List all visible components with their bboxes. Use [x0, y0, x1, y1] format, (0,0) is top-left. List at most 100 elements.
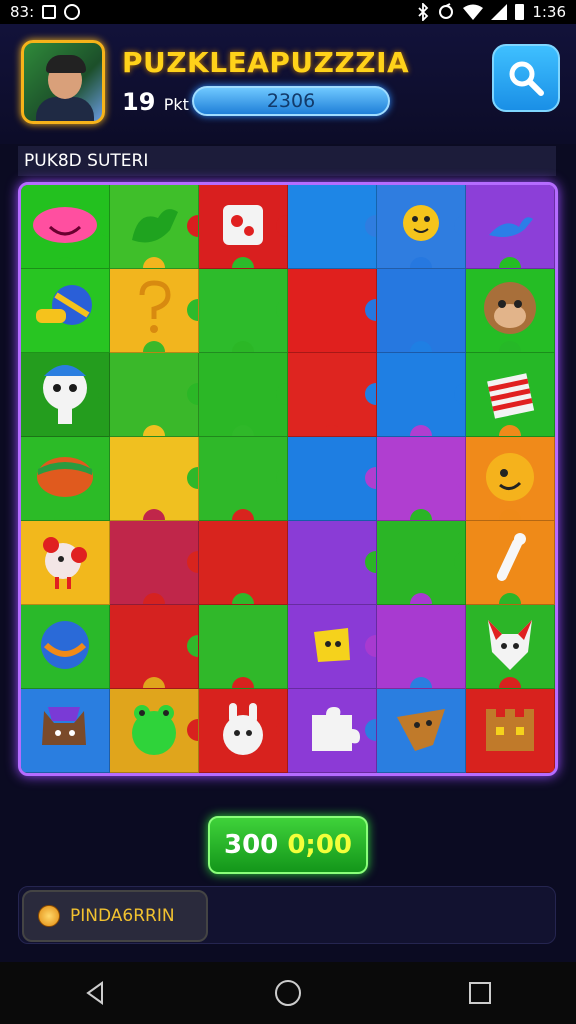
piece-tab [454, 718, 465, 741]
puzzle-piece[interactable] [199, 269, 288, 353]
puzzle-piece[interactable] [288, 521, 377, 605]
puzzle-piece[interactable] [21, 353, 110, 437]
recents-button[interactable] [450, 963, 510, 1023]
piece-tab [365, 214, 376, 237]
puzzle-piece[interactable] [110, 689, 199, 773]
puzzle-piece[interactable] [377, 605, 466, 689]
puzzle-piece[interactable] [466, 269, 555, 353]
puzzle-board[interactable] [18, 182, 558, 776]
puzzle-piece[interactable] [466, 689, 555, 773]
puzzle-piece[interactable] [110, 185, 199, 269]
puzzle-piece[interactable] [288, 269, 377, 353]
white-bird-icon [30, 358, 100, 432]
puzzle-piece[interactable] [110, 437, 199, 521]
puzzle-piece[interactable] [377, 689, 466, 773]
white-bunny-icon [215, 697, 271, 765]
piece-tab [98, 550, 109, 573]
piece-tab [454, 550, 465, 573]
navigation-bar [0, 962, 576, 1024]
piece-tab [321, 341, 344, 352]
white-piece-icon [304, 703, 360, 759]
puzzle-piece[interactable] [466, 437, 555, 521]
puzzle-piece[interactable] [377, 521, 466, 605]
puzzle-piece[interactable] [199, 605, 288, 689]
puzzle-piece[interactable] [110, 605, 199, 689]
puzzle-piece[interactable] [288, 605, 377, 689]
brown-bird-icon [391, 701, 451, 761]
puzzle-grid[interactable] [21, 185, 555, 773]
puzzle-piece[interactable] [288, 437, 377, 521]
piece-tab [365, 634, 376, 657]
status-time: 1:36 [532, 3, 566, 21]
recents-icon [469, 982, 491, 1004]
gift-box-icon [482, 365, 538, 425]
piece-tab [98, 466, 109, 489]
green-piece-icon [124, 200, 184, 254]
puzzle-piece[interactable] [199, 185, 288, 269]
piece-tab [410, 593, 433, 604]
puzzle-piece[interactable] [466, 353, 555, 437]
piece-tab [143, 341, 166, 352]
signal-icon [491, 4, 508, 20]
puzzle-piece[interactable] [466, 185, 555, 269]
yellow-creature-icon [396, 197, 446, 257]
find-button-label: PINDA6RRIN [70, 906, 175, 926]
piece-tab [365, 550, 376, 573]
piece-tab [187, 634, 198, 657]
level-indicator: 19 Pkt [122, 88, 189, 116]
home-icon [275, 980, 301, 1006]
castle-icon [478, 703, 542, 759]
piece-tab [276, 466, 287, 489]
timer-value-a: 300 [223, 830, 279, 860]
piece-tab [187, 214, 198, 237]
puzzle-piece[interactable] [21, 437, 110, 521]
puzzle-piece[interactable] [199, 689, 288, 773]
piece-tab [232, 257, 255, 268]
camera-icon [64, 4, 81, 20]
piece-tab [98, 298, 109, 321]
puzzle-piece[interactable] [110, 353, 199, 437]
search-button[interactable] [492, 44, 560, 112]
striped-ball-icon [32, 283, 98, 339]
puzzle-piece[interactable] [288, 353, 377, 437]
puzzle-piece[interactable] [21, 689, 110, 773]
score-value: 2306 [266, 90, 316, 112]
puzzle-piece[interactable] [199, 353, 288, 437]
wifi-icon [463, 4, 484, 20]
puzzle-piece[interactable] [21, 269, 110, 353]
piece-tab [276, 298, 287, 321]
back-button[interactable] [66, 963, 126, 1023]
puzzle-piece[interactable] [110, 269, 199, 353]
player-avatar[interactable] [21, 40, 105, 124]
piece-tab [454, 634, 465, 657]
puzzle-piece[interactable] [21, 521, 110, 605]
puzzle-piece[interactable] [199, 521, 288, 605]
puzzle-piece[interactable] [377, 269, 466, 353]
puzzle-piece[interactable] [466, 605, 555, 689]
piece-tab [187, 298, 198, 321]
battery-icon [515, 4, 525, 20]
piece-tab [143, 425, 166, 436]
puzzle-piece[interactable] [377, 185, 466, 269]
puzzle-label: PUK8D SUTERI [18, 146, 556, 176]
piece-tab [232, 341, 255, 352]
piece-tab [454, 466, 465, 489]
piece-tab [365, 382, 376, 405]
puzzle-piece[interactable] [466, 521, 555, 605]
game-header: PUZKLEAPUZZZIA 19 Pkt 2306 [0, 24, 576, 144]
puzzle-piece[interactable] [199, 437, 288, 521]
piece-tab [276, 382, 287, 405]
piece-tab [365, 466, 376, 489]
puzzle-piece[interactable] [288, 185, 377, 269]
puzzle-piece[interactable] [377, 437, 466, 521]
puzzle-piece[interactable] [377, 353, 466, 437]
puzzle-piece[interactable] [110, 521, 199, 605]
home-button[interactable] [258, 963, 318, 1023]
find-button[interactable]: PINDA6RRIN [22, 890, 208, 942]
piece-tab [187, 382, 198, 405]
puzzle-piece[interactable] [21, 185, 110, 269]
piece-tab [143, 677, 166, 688]
piece-tab [365, 298, 376, 321]
puzzle-piece[interactable] [21, 605, 110, 689]
puzzle-piece[interactable] [288, 689, 377, 773]
